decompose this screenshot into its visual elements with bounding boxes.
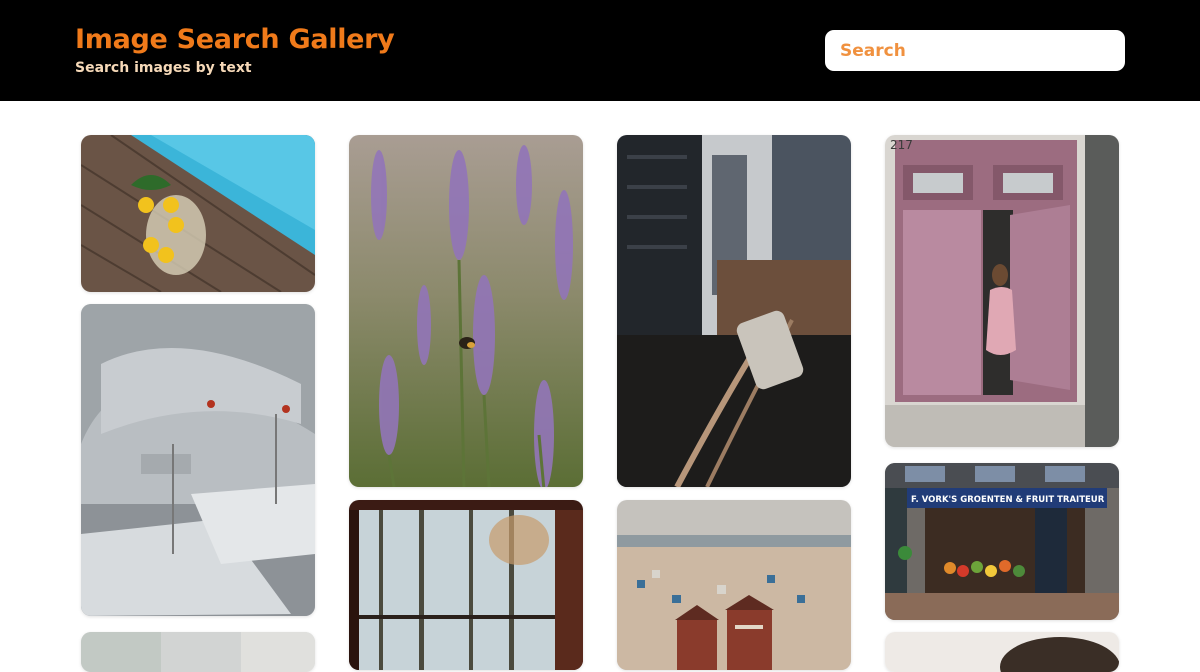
lavender-bee-image [349,135,583,487]
page-title: Image Search Gallery [75,24,395,55]
beach-huts-image [617,500,851,670]
fruit-shop-storefront-image: F. VORK'S GROENTEN & FRUIT TRAITEUR [885,463,1119,620]
city-elevated-train-image [617,135,851,487]
page-subtitle: Search images by text [75,60,252,76]
gallery-image-pink-door[interactable]: 217 [885,135,1119,447]
door-number-label: 217 [890,138,913,152]
gallery-image-cafe-interior[interactable] [81,304,315,616]
shop-sign-text: F. VORK'S GROENTEN & FRUIT TRAITEUR [911,495,1105,505]
header-bar: Image Search Gallery Search images by te… [0,0,1200,101]
gallery-image-fruit-shop[interactable]: F. VORK'S GROENTEN & FRUIT TRAITEUR [885,463,1119,620]
forest-window-film-image [349,500,583,670]
gallery-image-partial-portrait[interactable] [885,632,1119,672]
gallery-image-lemons-poolside[interactable] [81,135,315,292]
partial-portrait-image [885,632,1119,672]
gallery-image-forest-window[interactable] [349,500,583,670]
search-input[interactable] [825,30,1125,71]
gallery-image-partial[interactable] [81,632,315,672]
lemons-poolside-image [81,135,315,292]
pink-door-woman-image: 217 [885,135,1119,447]
cafe-interior-image [81,304,315,616]
gallery-image-city-train[interactable] [617,135,851,487]
partial-image [81,632,315,672]
gallery-image-beach-huts[interactable] [617,500,851,670]
gallery-image-lavender-bee[interactable] [349,135,583,487]
